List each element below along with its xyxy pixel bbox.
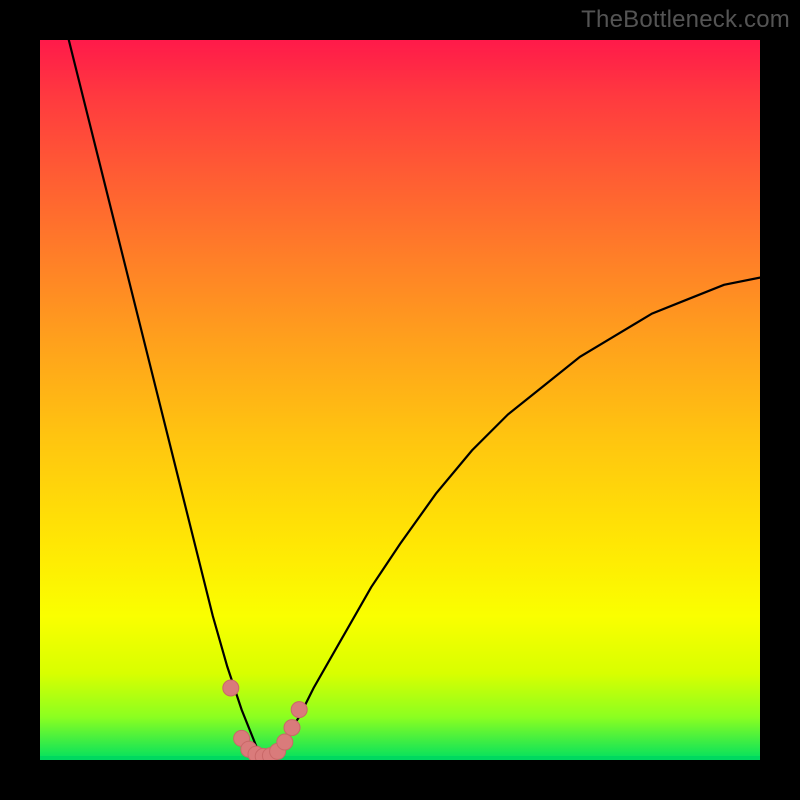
curve-layer — [40, 40, 760, 760]
plot-area — [40, 40, 760, 760]
chart-container: TheBottleneck.com — [0, 0, 800, 800]
bottleneck-curve — [69, 40, 760, 760]
watermark: TheBottleneck.com — [581, 6, 790, 34]
marker-dot — [277, 734, 293, 750]
marker-dot — [291, 702, 307, 718]
marker-dot — [223, 680, 239, 696]
marker-dot — [284, 720, 300, 736]
data-markers — [223, 680, 307, 760]
